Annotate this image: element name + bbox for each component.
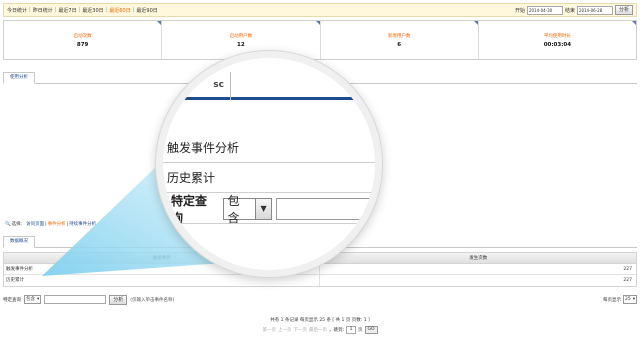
link-duration-event-analysis[interactable]: 持续事件分析 [69,221,96,227]
chevron-down-icon: ▼ [255,198,272,219]
stat-value: 12 [237,41,245,48]
pagination: 第一页 上一页 下一页 最后一页 ，跳到: 1 页 GO [0,326,640,334]
magnified-tab-strip: sc [163,72,375,100]
per-page-value: 25 [625,297,631,302]
corner-marker-icon [632,21,636,25]
corner-marker-icon [315,21,320,25]
magnified-filter: 特定查询 包含 ▼ [163,193,375,225]
quick-range-links: 今日统计 | 昨日统计 | 最近7日 | 最近30日 | 最近60日 | 最近9… [7,7,158,14]
filter-hint: (仅输入单击事件名称) [130,297,175,303]
summary-stats: 启动次数 879 启动用户数 12 新增用户数 6 平均使用时长 00:03:0… [3,20,637,60]
date-range-bar: 今日统计 | 昨日统计 | 最近7日 | 最近30日 | 最近60日 | 最近9… [3,3,637,17]
per-page-select[interactable]: 25 ▾ [623,295,637,304]
per-page-label: 每页显示 [603,297,621,303]
range-90-days[interactable]: 最近90日 [136,7,157,14]
filter-analyze-button[interactable]: 分析 [109,294,128,305]
first-page-link[interactable]: 第一页 [262,327,276,333]
magnified-input [276,197,375,220]
corner-marker-icon [473,21,478,25]
custom-date-range: 开始 2014-04-30 结束 2014-06-28 分析 [515,5,633,15]
selector-prefix: 选择： [11,222,26,227]
stat-label: 启动用户数 [229,33,253,39]
analyze-date-button[interactable]: 分析 [614,5,633,15]
page-unit: 页 [358,328,363,333]
stat-label: 启动次数 [73,33,92,39]
go-button[interactable]: GO [364,326,378,334]
chevron-down-icon: ▾ [632,297,635,302]
corner-marker-icon [157,21,162,25]
magnified-filter-label: 特定查询 [171,193,208,225]
stat-value: 6 [397,41,402,48]
tab-data-overview[interactable]: 数据概况 [3,236,35,248]
range-30-days[interactable]: 最近30日 [82,7,103,14]
event-name-input[interactable] [44,295,107,304]
start-date-label: 开始 [514,7,525,14]
stat-label: 新增用户数 [387,33,411,39]
start-date-input[interactable]: 2014-04-30 [526,5,563,15]
magnified-operator-select: 包含 ▼ [222,194,273,225]
tab-usage-analysis[interactable]: 使用分析 [3,72,35,84]
per-page-control: 每页显示 25 ▾ [603,295,637,304]
magnifier-lens: sc 触发事件分析 历史累计 特定查询 包含 ▼ [163,58,375,270]
filter-label: 特定查询 [3,297,21,303]
last-page-link[interactable]: 最后一页 [309,327,327,333]
link-page-visits[interactable]: 访问页面 [26,221,44,227]
link-event-analysis[interactable]: 事件分析 [48,221,66,227]
prev-page-link[interactable]: 上一页 [278,327,292,333]
stat-value: 879 [76,41,89,48]
goto-label: ，跳到: [328,328,344,333]
chevron-down-icon: ▾ [37,297,40,302]
query-filter: 特定查询 包含 ▾ 分析 (仅输入单击事件名称) 每页显示 25 ▾ [3,293,637,306]
end-date-input[interactable]: 2014-06-28 [576,5,613,15]
range-today[interactable]: 今日统计 [7,7,27,14]
end-date-label: 结束 [564,7,575,14]
stat-launch-users: 启动用户数 12 [162,21,321,59]
stat-launch-count: 启动次数 879 [4,21,163,59]
next-page-link[interactable]: 下一页 [293,327,307,333]
stat-new-users: 新增用户数 6 [321,21,479,59]
pager-summary: 共有 1 条记录 每页显示 25 条 [ 共 1 页 页数: 1 ] [270,318,370,323]
range-7-days[interactable]: 最近7日 [58,7,76,14]
range-yesterday[interactable]: 昨日统计 [33,7,53,14]
stat-label: 平均使用时长 [543,33,571,39]
range-60-days[interactable]: 最近60日 [109,7,130,14]
stat-value: 00:03:04 [543,41,572,48]
event-name-cell: 历史累计 [4,275,320,286]
operator-select[interactable]: 包含 ▾ [24,295,42,304]
stat-avg-duration: 平均使用时长 00:03:04 [479,21,636,59]
table-row: 历史累计 227 [4,275,636,286]
operator-value: 包含 [26,297,35,302]
magnifier-search-icon: 🔍 [5,221,11,227]
magnified-row-history: 历史累计 [163,163,375,193]
page-number-input[interactable]: 1 [346,326,356,334]
event-count-cell: 227 [623,278,632,283]
magnified-tab: sc [171,72,231,100]
analysis-selector: 🔍 选择： 访问页面 | 事件分析 | 持续事件分析 [5,221,97,228]
magnified-operator-value: 包含 [227,193,240,225]
magnified-row-event: 触发事件分析 [163,133,375,163]
